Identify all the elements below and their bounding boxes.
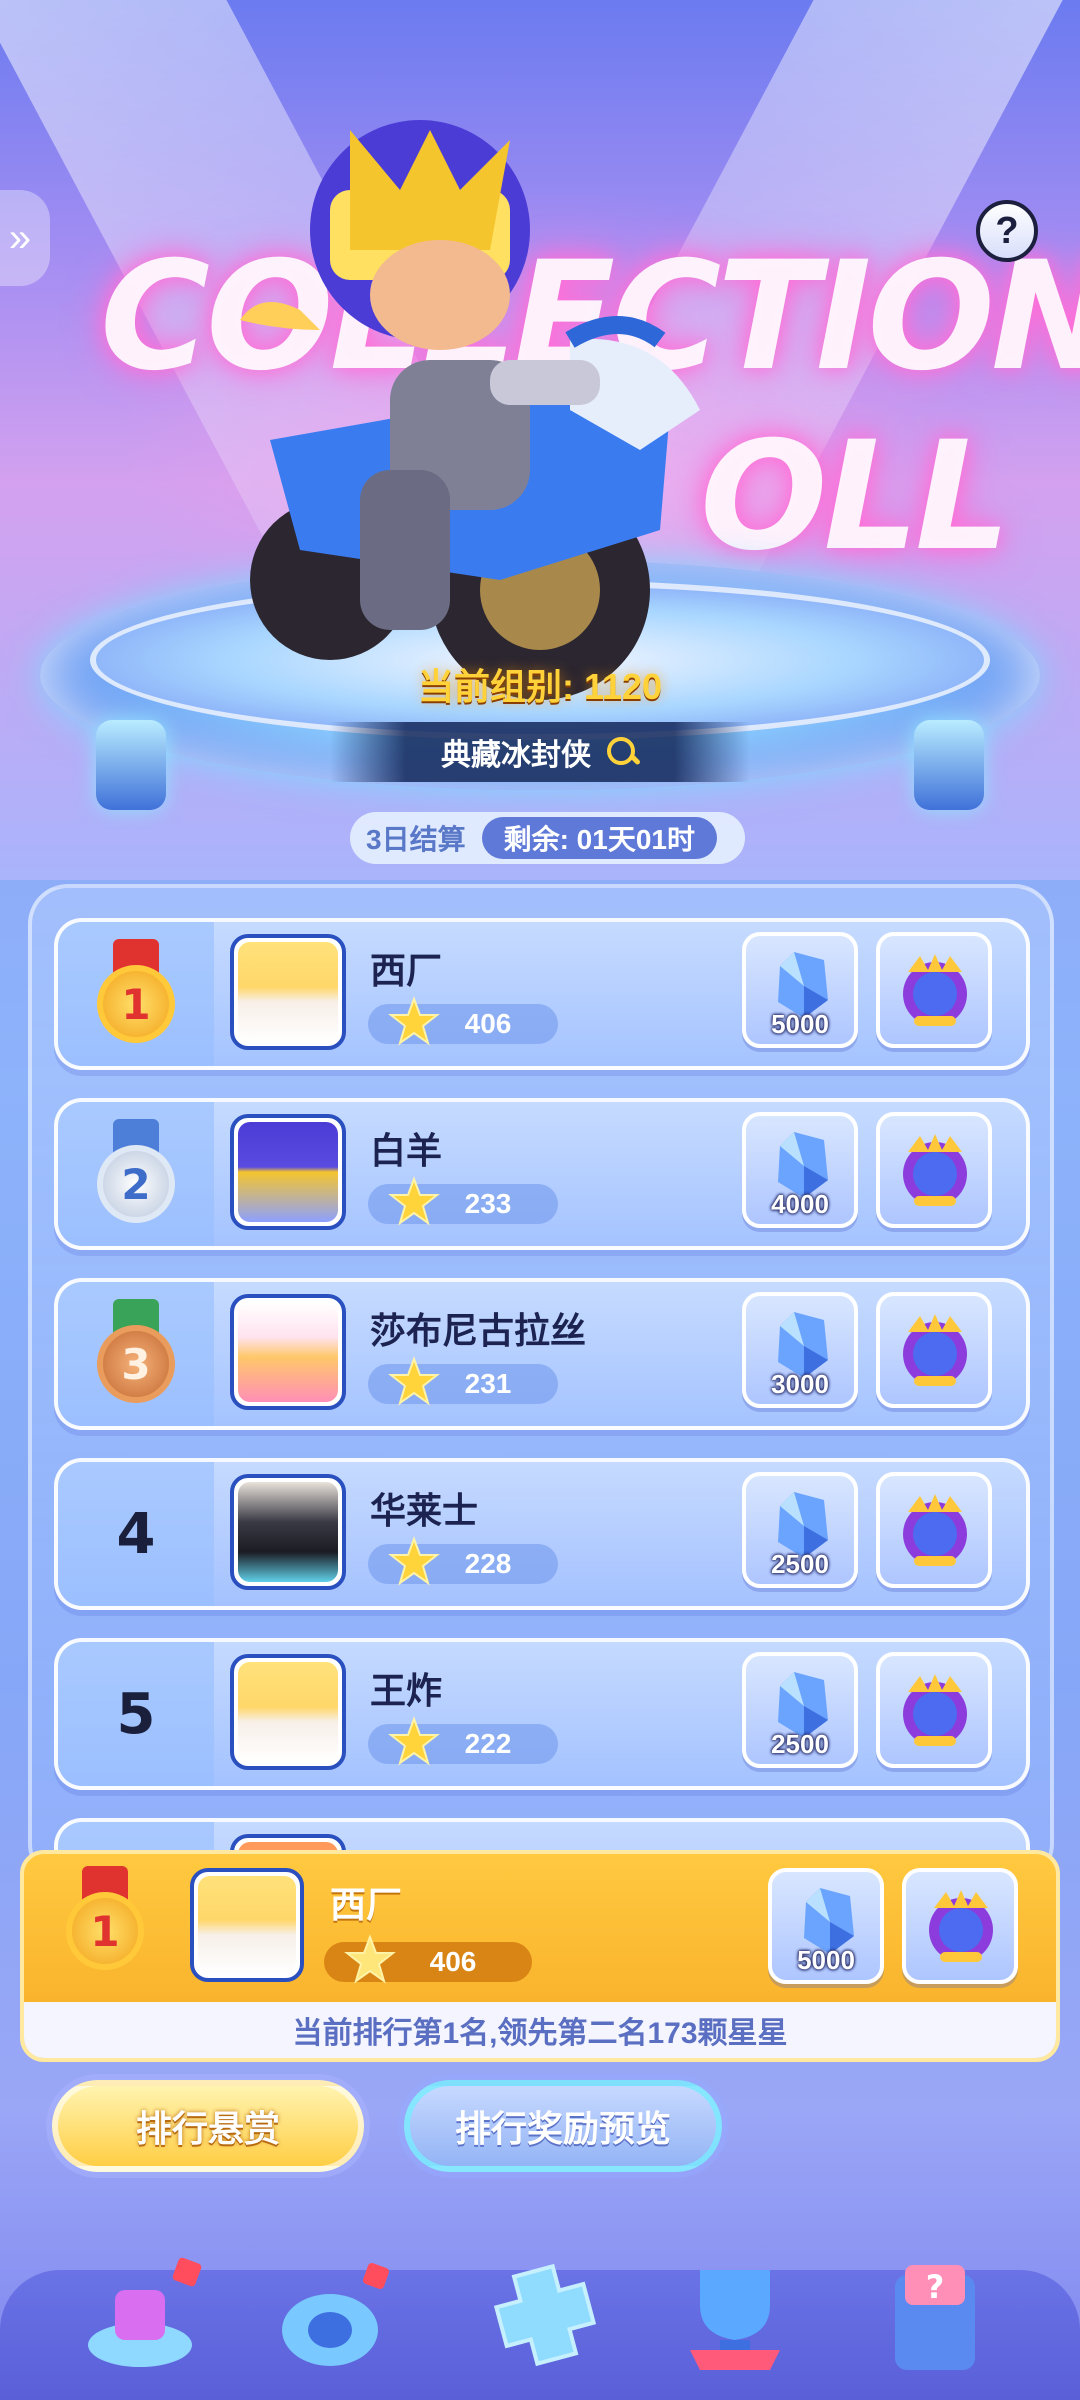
gem-reward[interactable]: 2500 (742, 1472, 858, 1588)
bronze-medal-icon: 3 (91, 1299, 181, 1409)
avatar[interactable] (230, 1474, 346, 1590)
rank-cell: 5 (58, 1642, 214, 1786)
rank-cell: 1 (58, 922, 214, 1066)
rank-cell: 2 (58, 1102, 214, 1246)
leaderboard-row[interactable]: 5 王炸 222 2500 (54, 1638, 1030, 1790)
item-name-plate[interactable]: 典藏冰封侠 (330, 722, 750, 782)
player-name: 西厂 (370, 950, 443, 991)
gem-reward[interactable]: 2500 (742, 1652, 858, 1768)
back-arrow-icon[interactable]: » (0, 190, 50, 286)
rank-status-note: 当前排行第1名,领先第二名173颗星星 (24, 2002, 1056, 2058)
player-name: 王炸 (370, 1670, 443, 1711)
rank-cell: 3 (58, 1282, 214, 1426)
tab-reward-preview[interactable]: 排行奖励预览 (404, 2080, 722, 2172)
nav-whistle-icon[interactable] (270, 2250, 400, 2380)
platform-leg (914, 720, 984, 810)
avatar[interactable] (230, 1294, 346, 1410)
nav-dpad-icon[interactable] (480, 2250, 610, 2380)
svg-text:?: ? (926, 2268, 945, 2306)
current-group-label: 当前组别: 1120 (417, 666, 663, 707)
star-score: 406 (368, 996, 558, 1046)
star-score: 228 (368, 1536, 558, 1586)
remaining-time: 剩余: 01天01时 (481, 817, 717, 859)
avatar-frame-reward[interactable] (876, 1112, 992, 1228)
my-player-name: 西厂 (330, 1884, 403, 1925)
avatar-frame-icon (903, 1314, 967, 1386)
leaderboard-row[interactable]: 2 白羊 233 4000 (54, 1098, 1030, 1250)
avatar[interactable] (230, 1114, 346, 1230)
platform-leg (96, 720, 166, 810)
my-avatar[interactable] (190, 1868, 304, 1982)
avatar-frame-icon (903, 1494, 967, 1566)
silver-medal-icon: 2 (91, 1119, 181, 1229)
gem-reward[interactable]: 5000 (768, 1868, 884, 1984)
player-name: 莎布尼古拉丝 (370, 1310, 587, 1351)
player-name: 白羊 (370, 1130, 443, 1171)
my-rank-card[interactable]: 1 西厂 406 5000 当前排行第1名,领先第二名173颗星星 (20, 1850, 1060, 2062)
avatar[interactable] (230, 1654, 346, 1770)
rank-number: 5 (116, 1681, 156, 1747)
rank-number: 4 (116, 1501, 156, 1567)
avatar-frame-reward[interactable] (876, 1472, 992, 1588)
gold-medal-icon: 1 (91, 939, 181, 1049)
gem-reward[interactable]: 5000 (742, 932, 858, 1048)
help-icon[interactable]: ? (976, 200, 1038, 262)
settlement-timer: 3日结算 剩余: 01天01时 (350, 812, 745, 864)
leaderboard-row[interactable]: 4 华莱士 228 2500 (54, 1458, 1030, 1610)
avatar-frame-reward[interactable] (876, 1652, 992, 1768)
avatar-frame-icon (929, 1890, 993, 1962)
avatar-frame-icon (903, 1674, 967, 1746)
avatar-frame-reward[interactable] (876, 932, 992, 1048)
leaderboard-panel[interactable]: 1 西厂 406 5000 2 白羊 233 4000 3 莎布尼古拉丝 231… (28, 884, 1054, 1884)
rank-cell: 4 (58, 1462, 214, 1606)
leaderboard-row[interactable]: 3 莎布尼古拉丝 231 3000 (54, 1278, 1030, 1430)
gem-reward[interactable]: 3000 (742, 1292, 858, 1408)
star-score: 222 (368, 1716, 558, 1766)
avatar[interactable] (230, 934, 346, 1050)
settle-label: 3日结算 (366, 824, 466, 855)
gem-reward[interactable]: 4000 (742, 1112, 858, 1228)
avatar-frame-reward[interactable] (876, 1292, 992, 1408)
nav-rocket-icon[interactable] (80, 2250, 210, 2380)
my-star-score: 406 (324, 1934, 532, 1984)
search-icon[interactable] (605, 735, 639, 769)
nav-mystery-box-icon[interactable]: ? (870, 2250, 1000, 2380)
gold-medal-icon: 1 (60, 1866, 150, 1976)
avatar-frame-reward[interactable] (902, 1868, 1018, 1984)
nav-trophy-icon[interactable] (670, 2250, 800, 2380)
avatar-frame-icon (903, 954, 967, 1026)
tab-rank-bounty[interactable]: 排行悬赏 (52, 2080, 364, 2172)
player-name: 华莱士 (370, 1490, 479, 1531)
leaderboard-row[interactable]: 1 西厂 406 5000 (54, 918, 1030, 1070)
star-score: 231 (368, 1356, 558, 1406)
item-name: 典藏冰封侠 (441, 739, 591, 772)
star-score: 233 (368, 1176, 558, 1226)
avatar-frame-icon (903, 1134, 967, 1206)
ice-hero-character-image (240, 120, 700, 700)
